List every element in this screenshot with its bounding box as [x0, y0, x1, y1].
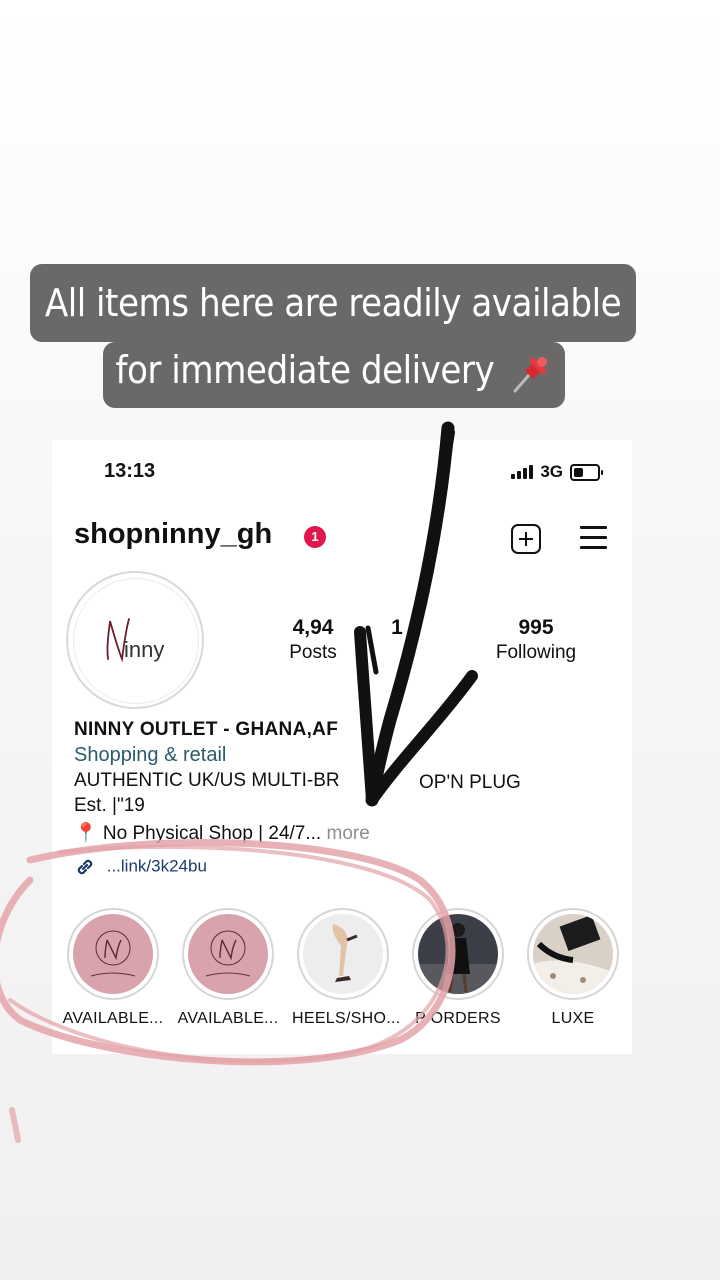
highlight-ring — [67, 908, 159, 1000]
bio-line-1: AUTHENTIC UK/US MULTI-BR — [74, 770, 340, 792]
bio-link[interactable]: ...link/3k24bu — [74, 856, 274, 878]
notification-badge[interactable]: 1 — [304, 526, 326, 548]
bio-line-3-text: 📍 No Physical Shop | 24/7... — [74, 823, 322, 844]
highlight-ring — [297, 908, 389, 1000]
bio-link-text: ...link/3k24bu — [106, 856, 207, 876]
luxe-photo-icon — [533, 914, 613, 994]
link-icon — [77, 859, 93, 875]
signal-icon — [511, 465, 534, 479]
highlight-label: AVAILABLE... — [62, 1010, 164, 1027]
caption-text-2: for immediate delivery — [115, 348, 495, 392]
avatar-text: inny — [124, 637, 165, 662]
highlight-label: AVAILABLE... — [177, 1010, 279, 1027]
ninny-outlet-logo-icon — [73, 914, 153, 994]
menu-icon[interactable] — [580, 526, 607, 550]
status-time: 13:13 — [104, 460, 156, 482]
highlight-label: P ORDERS — [415, 1010, 501, 1027]
dress-photo-icon — [418, 914, 498, 994]
following-stat[interactable]: 995 Following — [486, 616, 586, 664]
highlight-item[interactable]: HEELS/SHO... — [292, 908, 401, 1028]
avatar-logo: inny — [73, 578, 199, 704]
bio-line-2: Est. |"19 — [74, 795, 145, 816]
ninny-outlet-logo-icon — [188, 914, 268, 994]
highlight-ring — [182, 908, 274, 1000]
more-link[interactable]: more — [327, 823, 370, 844]
network-type: 3G — [540, 462, 563, 481]
bio-line-1-text: AUTHENTIC UK/US MULTI-BR — [74, 770, 340, 791]
heels-photo-icon — [303, 914, 383, 994]
following-count: 995 — [518, 616, 554, 639]
bio-name: NINNY OUTLET - GHANA,AF — [74, 719, 339, 740]
posts-label: Posts — [289, 642, 337, 663]
followers-stat[interactable]: 1 — [382, 616, 412, 642]
posts-stat[interactable]: 4,94 Posts — [268, 616, 358, 664]
caption-line-2: for immediate delivery — [103, 342, 565, 408]
bio-line-3: 📍 No Physical Shop | 24/7... more — [74, 821, 370, 845]
highlight-item[interactable]: AVAILABLE... — [177, 908, 279, 1028]
battery-icon — [570, 463, 603, 481]
profile-avatar[interactable]: inny — [66, 571, 204, 709]
highlight-item[interactable]: P ORDERS — [407, 908, 509, 1028]
followers-count: 1 — [391, 616, 403, 639]
following-label: Following — [495, 642, 577, 663]
caption-line-1: All items here are readily available — [30, 264, 636, 342]
profile-screenshot-card: 13:13 3G shopninny_gh 1 inny 4,94 Posts … — [52, 440, 632, 1054]
profile-username[interactable]: shopninny_gh — [74, 518, 272, 551]
bio-line-1-tail: OP'N PLUG — [419, 772, 521, 793]
new-post-icon[interactable] — [511, 524, 541, 554]
pushpin-icon — [513, 356, 547, 392]
highlight-ring — [527, 908, 619, 1000]
highlight-item[interactable]: LUXE — [522, 908, 624, 1028]
caption-text-1: All items here are readily available — [44, 281, 622, 325]
highlight-ring — [412, 908, 504, 1000]
highlight-item[interactable]: AVAILABLE... — [62, 908, 164, 1028]
highlight-label: HEELS/SHO... — [292, 1010, 401, 1027]
status-indicators: 3G — [511, 462, 603, 482]
posts-count: 4,94 — [292, 616, 334, 639]
bio-category[interactable]: Shopping & retail — [74, 744, 226, 767]
highlight-label: LUXE — [551, 1010, 595, 1027]
